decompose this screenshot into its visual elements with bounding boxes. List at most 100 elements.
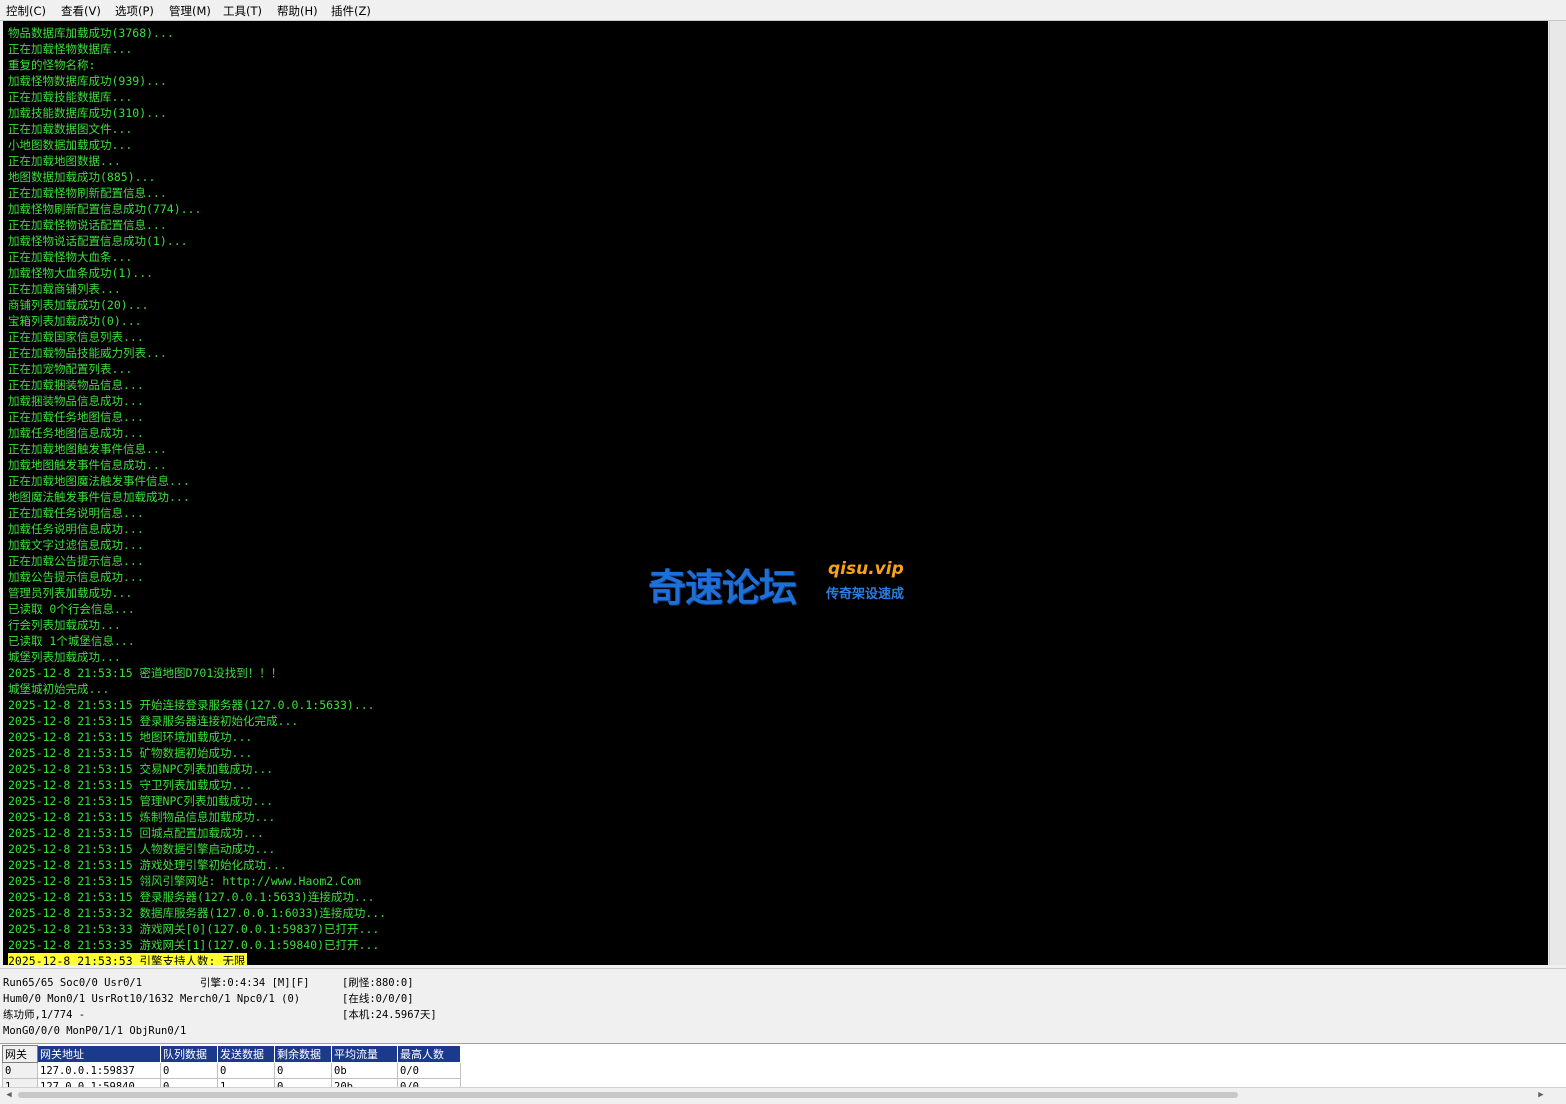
scroll-left-icon[interactable]: ◀ (2, 1088, 16, 1102)
log-line: 城堡列表加载成功... (8, 650, 121, 664)
log-line: 加载怪物数据库成功(939)... (8, 74, 167, 88)
watermark-subtitle: 传奇架设速成 (826, 587, 905, 602)
log-line: 正在加载怪物数据库... (8, 42, 133, 56)
status-trainer: 练功师,1/774 - (3, 1009, 86, 1021)
log-line: 正在加载技能数据库... (8, 90, 133, 104)
log-line: 正在加载捆装物品信息... (8, 378, 144, 392)
menu-manage[interactable]: 管理(M) (168, 3, 212, 19)
gateway-cell: 0 (217, 1062, 275, 1079)
menu-bar: 控制(C) 查看(V) 选项(P) 管理(M) 工具(T) 帮助(H) 插件(Z… (0, 0, 1566, 21)
log-line: 加载任务说明信息成功... (8, 522, 144, 536)
status-engine: 引擎:0:4:34 [M][F] (200, 977, 310, 989)
watermark-title: 奇速论坛 (648, 566, 797, 610)
watermark-url: qisu.vip (828, 559, 904, 579)
log-line: 2025-12-8 21:53:33 游戏网关[0](127.0.0.1:598… (8, 922, 380, 936)
log-line: 2025-12-8 21:53:15 矿物数据初始成功... (8, 746, 253, 760)
log-line: 正在加载国家信息列表... (8, 330, 144, 344)
menu-plugins[interactable]: 插件(Z) (330, 3, 372, 19)
console-vertical-scrollbar[interactable] (1549, 21, 1566, 965)
status-online: [在线:0/0/0] (342, 993, 414, 1005)
log-line: 小地图数据加载成功... (8, 138, 133, 152)
menu-tools[interactable]: 工具(T) (222, 3, 263, 19)
log-line: 2025-12-8 21:53:15 炼制物品信息加载成功... (8, 810, 276, 824)
status-uptime: [本机:24.5967天] (342, 1009, 437, 1021)
log-line: 2025-12-8 21:53:15 人物数据引擎启动成功... (8, 842, 276, 856)
gateway-col-header[interactable]: 发送数据 (217, 1045, 275, 1063)
gateway-cell: 127.0.0.1:59837 (37, 1062, 161, 1079)
menu-options[interactable]: 选项(P) (114, 3, 155, 19)
log-line: 已读取 1个城堡信息... (8, 634, 135, 648)
log-line: 正在加载怪物说话配置信息... (8, 218, 167, 232)
log-line: 宝箱列表加载成功(0)... (8, 314, 142, 328)
log-line: 重复的怪物名称: (8, 58, 96, 72)
log-line: 行会列表加载成功... (8, 618, 121, 632)
menu-view[interactable]: 查看(V) (60, 3, 102, 19)
log-line: 2025-12-8 21:53:15 交易NPC列表加载成功... (8, 762, 274, 776)
log-console[interactable]: 物品数据库加载成功(3768)... 正在加载怪物数据库... 重复的怪物名称: 加载… (3, 21, 1548, 965)
log-line: 正在加载地图魔法触发事件信息... (8, 474, 190, 488)
gateway-col-header[interactable]: 平均流量 (331, 1045, 398, 1063)
log-line: 2025-12-8 21:53:15 守卫列表加载成功... (8, 778, 253, 792)
log-line: 2025-12-8 21:53:15 密道地图D701没找到！！！ (8, 666, 283, 680)
log-line: 加载怪物刷新配置信息成功(774)... (8, 202, 202, 216)
log-line: 加载技能数据库成功(310)... (8, 106, 167, 120)
log-line: 2025-12-8 21:53:35 游戏网关[1](127.0.0.1:598… (8, 938, 380, 952)
log-line: 正在加载任务说明信息... (8, 506, 144, 520)
gateway-cell: 0b (331, 1062, 398, 1079)
log-line: 2025-12-8 21:53:15 登录服务器(127.0.0.1:5633)… (8, 890, 375, 904)
log-line: 加载公告提示信息成功... (8, 570, 144, 584)
table-row[interactable]: 0 127.0.0.1:59837 0 0 0 0b 0/0 (2, 1062, 461, 1079)
status-panel: Run65/65 Soc0/0 Usr0/1 引擎:0:4:34 [M][F] … (0, 968, 1566, 1043)
scroll-thumb[interactable] (18, 1092, 1238, 1098)
log-line: 加载文字过滤信息成功... (8, 538, 144, 552)
log-line: 2025-12-8 21:53:15 游戏处理引擎初始化成功... (8, 858, 287, 872)
log-line: 加载怪物大血条成功(1)... (8, 266, 154, 280)
gateway-col-header[interactable]: 网关地址 (37, 1045, 161, 1063)
horizontal-scrollbar[interactable]: ◀ ▶ (0, 1087, 1566, 1104)
menu-help[interactable]: 帮助(H) (276, 3, 319, 19)
status-spawn: [刷怪:880:0] (342, 977, 414, 989)
log-line: 正在加载怪物刷新配置信息... (8, 186, 167, 200)
log-line: 2025-12-8 21:53:15 开始连接登录服务器(127.0.0.1:5… (8, 698, 375, 712)
gateway-header-row: 网关 网关地址 队列数据 发送数据 剩余数据 平均流量 最高人数 (2, 1045, 461, 1063)
log-line: 商铺列表加载成功(20)... (8, 298, 149, 312)
menu-control[interactable]: 控制(C) (5, 3, 47, 19)
log-line: 正在加宠物配置列表... (8, 362, 133, 376)
gateway-cell: 0 (274, 1062, 332, 1079)
gateway-grid[interactable]: 网关 网关地址 队列数据 发送数据 剩余数据 平均流量 最高人数 0 127.0.0.1:59… (0, 1043, 1566, 1095)
log-line: 正在加载物品技能威力列表... (8, 346, 167, 360)
gateway-col-header[interactable]: 最高人数 (397, 1045, 461, 1063)
log-line: 2025-12-8 21:53:32 数据库服务器(127.0.0.1:6033… (8, 906, 387, 920)
log-line: 物品数据库加载成功(3768)... (8, 26, 174, 40)
log-lines: 物品数据库加载成功(3768)... 正在加载怪物数据库... 重复的怪物名称: 加载… (8, 25, 386, 965)
log-line: 加载捆装物品信息成功... (8, 394, 144, 408)
log-line: 正在加载任务地图信息... (8, 410, 144, 424)
log-line: 2025-12-8 21:53:53 引擎支持人数: 无限 (8, 953, 248, 965)
log-line: 地图魔法触发事件信息加载成功... (8, 490, 190, 504)
log-line: 正在加载地图数据... (8, 154, 121, 168)
gateway-cell: 0 (2, 1062, 38, 1079)
log-line: 2025-12-8 21:53:15 回城点配置加载成功... (8, 826, 264, 840)
gateway-col-header[interactable]: 网关 (2, 1045, 38, 1063)
scroll-right-icon[interactable]: ▶ (1534, 1088, 1548, 1102)
log-line: 正在加载数据图文件... (8, 122, 133, 136)
status-run: Run65/65 Soc0/0 Usr0/1 (3, 977, 143, 989)
log-line: 已读取 0个行会信息... (8, 602, 135, 616)
log-line: 正在加载地图触发事件信息... (8, 442, 167, 456)
log-line: 2025-12-8 21:53:15 翎风引擎网站: http://www.Ha… (8, 874, 361, 888)
log-line: 正在加载公告提示信息... (8, 554, 144, 568)
log-line: 加载任务地图信息成功... (8, 426, 144, 440)
log-line: 正在加载商铺列表... (8, 282, 121, 296)
log-line: 2025-12-8 21:53:15 管理NPC列表加载成功... (8, 794, 274, 808)
gateway-col-header[interactable]: 剩余数据 (274, 1045, 332, 1063)
log-line: 正在加载怪物大血条... (8, 250, 133, 264)
log-line: 加载怪物说话配置信息成功(1)... (8, 234, 188, 248)
gateway-cell: 0/0 (397, 1062, 461, 1079)
gateway-col-header[interactable]: 队列数据 (160, 1045, 218, 1063)
gateway-cell: 0 (160, 1062, 218, 1079)
log-line: 管理员列表加载成功... (8, 586, 133, 600)
log-line: 地图数据加载成功(885)... (8, 170, 156, 184)
log-line: 2025-12-8 21:53:15 登录服务器连接初始化完成... (8, 714, 299, 728)
status-hum: Hum0/0 Mon0/1 UsrRot10/1632 Merch0/1 Npc… (3, 993, 301, 1005)
log-line: 2025-12-8 21:53:15 地图环境加载成功... (8, 730, 253, 744)
